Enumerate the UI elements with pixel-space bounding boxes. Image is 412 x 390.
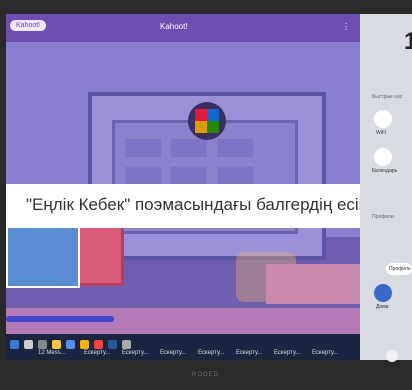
profiles-label: Профили [372, 214, 394, 220]
settings-icon[interactable] [122, 340, 131, 349]
desk-decor [266, 264, 366, 304]
answer-tile [217, 167, 253, 185]
answer-tile [125, 139, 161, 157]
calendar-label: Календарь [372, 168, 398, 174]
windows-icon[interactable] [10, 340, 19, 349]
answer-tile [171, 139, 207, 157]
chrome-icon[interactable] [94, 340, 103, 349]
quick-settings-label: Быстрые нас [372, 94, 403, 100]
timer-progress-bar [6, 316, 114, 322]
browser-icon[interactable] [52, 340, 61, 349]
kahoot-logo-icon [188, 102, 226, 140]
taskbar-tab[interactable]: Ескерту... [160, 350, 186, 356]
quick-settings-panel: 1 Быстрые нас WiFi Календарь Профили Про… [360, 14, 412, 362]
task-view-icon[interactable] [38, 340, 47, 349]
taskbar-tab[interactable]: Ескерту... [312, 350, 338, 356]
home-icon[interactable] [374, 284, 392, 302]
screen: Kahoot! Kahoot! ⋮ "Еңлік Кебек" поэмасын… [6, 14, 412, 360]
game-area: "Еңлік Кебек" поэмасындағы балгердің есі… [6, 42, 366, 334]
wifi-icon[interactable] [374, 110, 392, 128]
answer-tile [217, 139, 253, 157]
title-bar: Kahoot! Kahoot! ⋮ [6, 14, 366, 42]
monitor-brand-label: ROOED [192, 372, 220, 378]
files-icon[interactable] [80, 340, 89, 349]
home-label: Дома [376, 304, 389, 310]
browser-tab[interactable]: Kahoot! [10, 20, 47, 31]
taskbar-tab[interactable]: Ескерту... [274, 350, 300, 356]
taskbar-tab[interactable]: Ескерту... [236, 350, 262, 356]
monitor-decor [6, 226, 80, 288]
settings-gear-icon[interactable] [386, 350, 398, 362]
taskbar-tab[interactable]: Ескерту... [122, 350, 148, 356]
more-menu-icon[interactable]: ⋮ [342, 22, 350, 31]
clock-time: 1 [404, 28, 412, 55]
logo-quadrant [195, 109, 207, 121]
taskbar: 12 Mess... Ескерту... Ескерту... Ескерту… [6, 334, 412, 360]
taskbar-tab[interactable]: 12 Mess... [38, 350, 66, 356]
mail-icon[interactable] [66, 340, 75, 349]
taskbar-tab[interactable]: Ескерту... [84, 350, 110, 356]
word-icon[interactable] [108, 340, 117, 349]
taskbar-tab[interactable]: Ескерту... [198, 350, 224, 356]
logo-quadrant [195, 121, 207, 133]
calendar-icon[interactable] [374, 148, 392, 166]
window-title: Kahoot! [160, 22, 188, 31]
answer-tile [125, 167, 161, 185]
question-text: "Еңлік Кебек" поэмасындағы балгердің есі… [26, 195, 366, 214]
logo-quadrant [207, 121, 219, 133]
search-icon[interactable] [24, 340, 33, 349]
logo-quadrant [207, 109, 219, 121]
wifi-label: WiFi [376, 130, 386, 136]
profile-chip[interactable]: Профиль [386, 263, 412, 275]
answer-tile [171, 167, 207, 185]
